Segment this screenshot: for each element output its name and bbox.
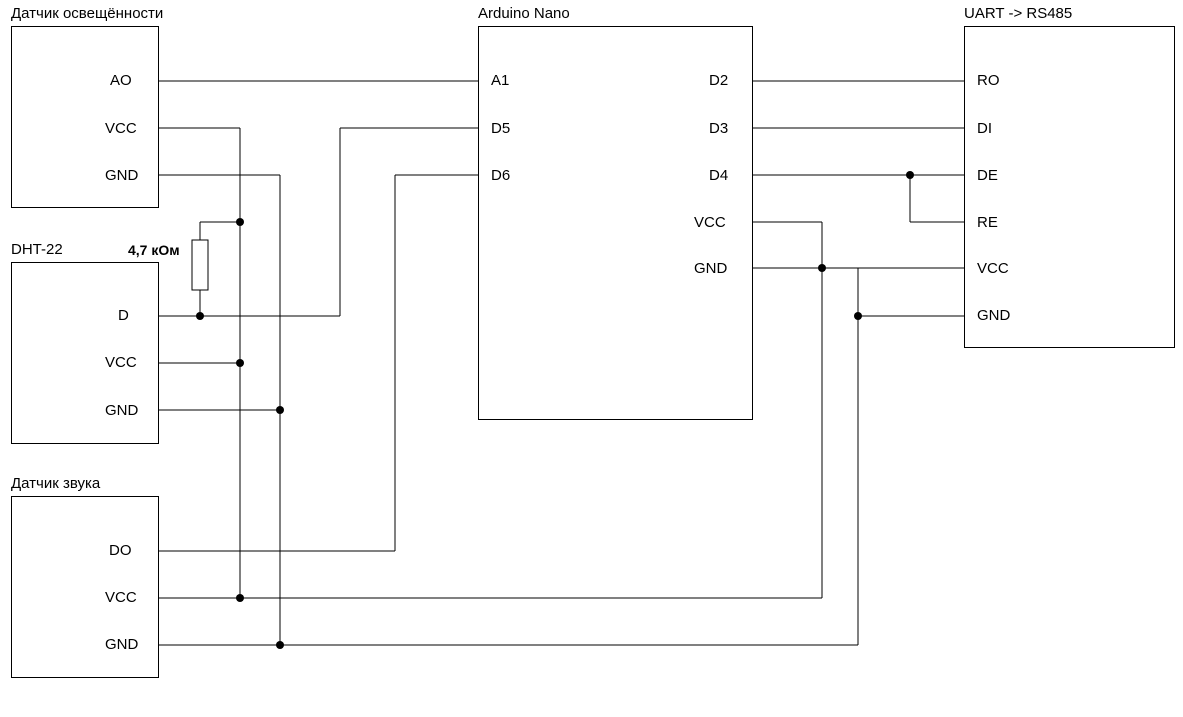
light-pin-vcc: VCC — [105, 120, 137, 138]
rs485-pin-gnd: GND — [977, 307, 1010, 325]
dht22-pin-vcc: VCC — [105, 354, 137, 372]
arduino-pin-d4: D4 — [709, 167, 728, 185]
arduino-pin-gnd: GND — [694, 260, 727, 278]
schematic-canvas: Датчик освещённости AO VCC GND DHT-22 D … — [0, 0, 1183, 717]
arduino-pin-d2: D2 — [709, 72, 728, 90]
light-pin-gnd: GND — [105, 167, 138, 185]
rs485-title: UART -> RS485 — [964, 5, 1072, 23]
arduino-pin-d6: D6 — [491, 167, 510, 185]
sound-pin-vcc: VCC — [105, 589, 137, 607]
arduino-pin-d5: D5 — [491, 120, 510, 138]
dht22-pin-d: D — [118, 307, 129, 325]
light-pin-ao: AO — [110, 72, 132, 90]
arduino-pin-a1: A1 — [491, 72, 509, 90]
arduino-pin-d3: D3 — [709, 120, 728, 138]
arduino-pin-vcc: VCC — [694, 214, 726, 232]
rs485-pin-ro: RO — [977, 72, 1000, 90]
sound-pin-gnd: GND — [105, 636, 138, 654]
rs485-pin-de: DE — [977, 167, 998, 185]
resistor-label: 4,7 кОм — [128, 241, 180, 259]
dht22-pin-gnd: GND — [105, 402, 138, 420]
rs485-pin-vcc: VCC — [977, 260, 1009, 278]
arduino-title: Arduino Nano — [478, 5, 570, 23]
sound-sensor-title: Датчик звука — [11, 475, 100, 493]
sound-pin-do: DO — [109, 542, 132, 560]
light-sensor-title: Датчик освещённости — [11, 5, 163, 23]
rs485-pin-re: RE — [977, 214, 998, 232]
rs485-pin-di: DI — [977, 120, 992, 138]
dht22-title: DHT-22 — [11, 241, 63, 259]
